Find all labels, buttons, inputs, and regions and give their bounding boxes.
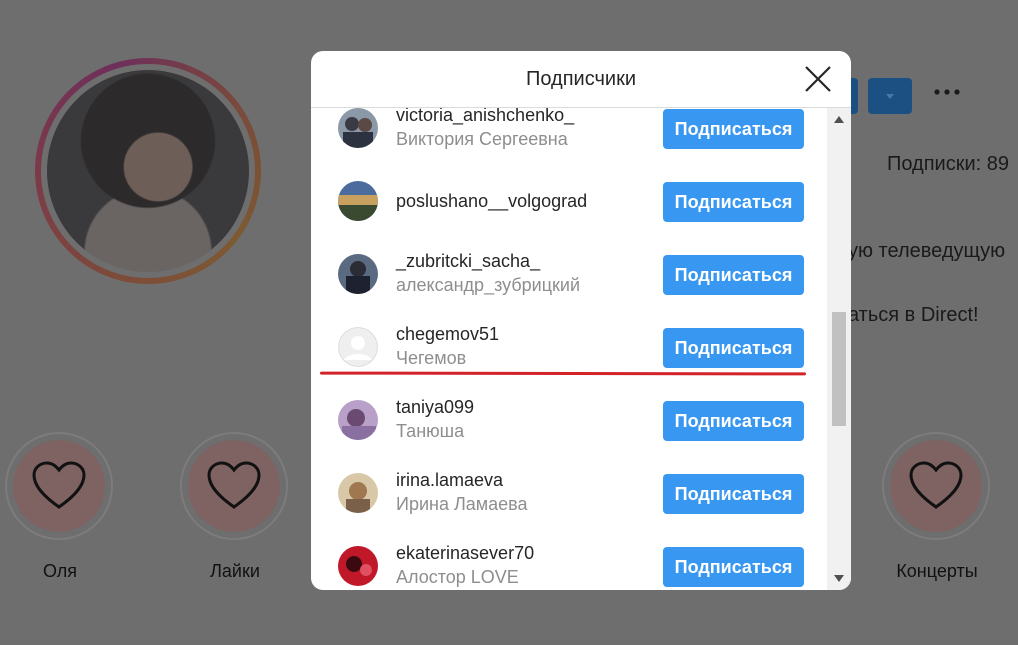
full-name: Ирина Ламаева: [396, 494, 528, 514]
highlight-concerts[interactable]: [882, 432, 990, 540]
profile-photo: [47, 70, 249, 272]
username[interactable]: poslushano__volgograd: [396, 191, 587, 212]
avatar-ring-gap: [41, 64, 255, 278]
heart-icon: [207, 461, 261, 509]
following-count[interactable]: Подписки: 89: [887, 153, 1009, 176]
full-name: Танюша: [396, 421, 465, 441]
follow-button[interactable]: Подписаться: [663, 255, 804, 295]
more-options-icon[interactable]: [933, 78, 961, 109]
full-name: Алостор LOVE: [396, 567, 519, 587]
scroll-thumb[interactable]: [832, 312, 846, 426]
highlight-cover: [188, 440, 280, 532]
highlight-olya[interactable]: [5, 432, 113, 540]
list-item[interactable]: victoria_anishchenko_ Виктория Сергеевна…: [311, 108, 827, 165]
avatar[interactable]: [338, 108, 378, 148]
suggestions-dropdown-button[interactable]: [868, 78, 912, 114]
follow-button[interactable]: Подписаться: [663, 547, 804, 587]
followers-modal: Подписчики victoria_anishchenko_ Виктори…: [311, 51, 851, 590]
full-name: Виктория Сергеевна: [396, 129, 568, 149]
full-name: Чегемов: [396, 348, 467, 368]
list-item[interactable]: taniya099 Танюша Подписаться: [311, 384, 827, 457]
follow-button[interactable]: Подписаться: [663, 109, 804, 149]
follow-button[interactable]: Подписаться: [663, 328, 804, 368]
username[interactable]: ekaterinasever70: [396, 543, 534, 564]
list-item[interactable]: irina.lamaeva Ирина Ламаева Подписаться: [311, 457, 827, 530]
chevron-down-icon: [886, 94, 894, 99]
avatar[interactable]: [338, 181, 378, 221]
list-item[interactable]: _zubritcki_sacha_ александр_зубрицкий По…: [311, 238, 827, 311]
scrollbar[interactable]: [827, 108, 851, 590]
highlight-likes[interactable]: [180, 432, 288, 540]
follow-button[interactable]: Подписаться: [663, 182, 804, 222]
username[interactable]: _zubritcki_sacha_: [396, 251, 540, 272]
username[interactable]: taniya099: [396, 397, 474, 418]
highlight-label: Лайки: [210, 561, 260, 581]
avatar[interactable]: [338, 254, 378, 294]
modal-title: Подписчики: [525, 68, 637, 90]
heart-icon: [32, 461, 86, 509]
username[interactable]: chegemov51: [396, 324, 499, 345]
follow-button[interactable]: Подписаться: [663, 474, 804, 514]
list-item[interactable]: ekaterinasever70 Алостор LOVE Подписатьс…: [311, 530, 827, 590]
close-icon[interactable]: [803, 64, 833, 94]
follow-button[interactable]: Подписаться: [663, 401, 804, 441]
modal-header: Подписчики: [311, 51, 851, 108]
default-avatar-icon[interactable]: [338, 327, 378, 367]
profile-avatar[interactable]: [35, 58, 261, 284]
list-item[interactable]: poslushano__volgograd Подписаться: [311, 165, 827, 238]
bio-line-1: ую телеведущую: [848, 240, 1006, 262]
avatar[interactable]: [338, 473, 378, 513]
scroll-up-arrow-icon[interactable]: [834, 116, 844, 123]
avatar[interactable]: [338, 400, 378, 440]
highlight-label: Концерты: [896, 561, 978, 581]
highlight-cover: [890, 440, 982, 532]
bio-line-2: аться в Direct!: [848, 304, 979, 326]
username[interactable]: victoria_anishchenko_: [396, 108, 574, 126]
heart-icon: [909, 461, 963, 509]
avatar[interactable]: [338, 546, 378, 586]
full-name: александр_зубрицкий: [396, 275, 580, 295]
highlight-label: Оля: [42, 561, 78, 581]
scroll-down-arrow-icon[interactable]: [834, 575, 844, 582]
username[interactable]: irina.lamaeva: [396, 470, 503, 491]
highlight-cover: [13, 440, 105, 532]
followers-list[interactable]: victoria_anishchenko_ Виктория Сергеевна…: [311, 108, 827, 590]
